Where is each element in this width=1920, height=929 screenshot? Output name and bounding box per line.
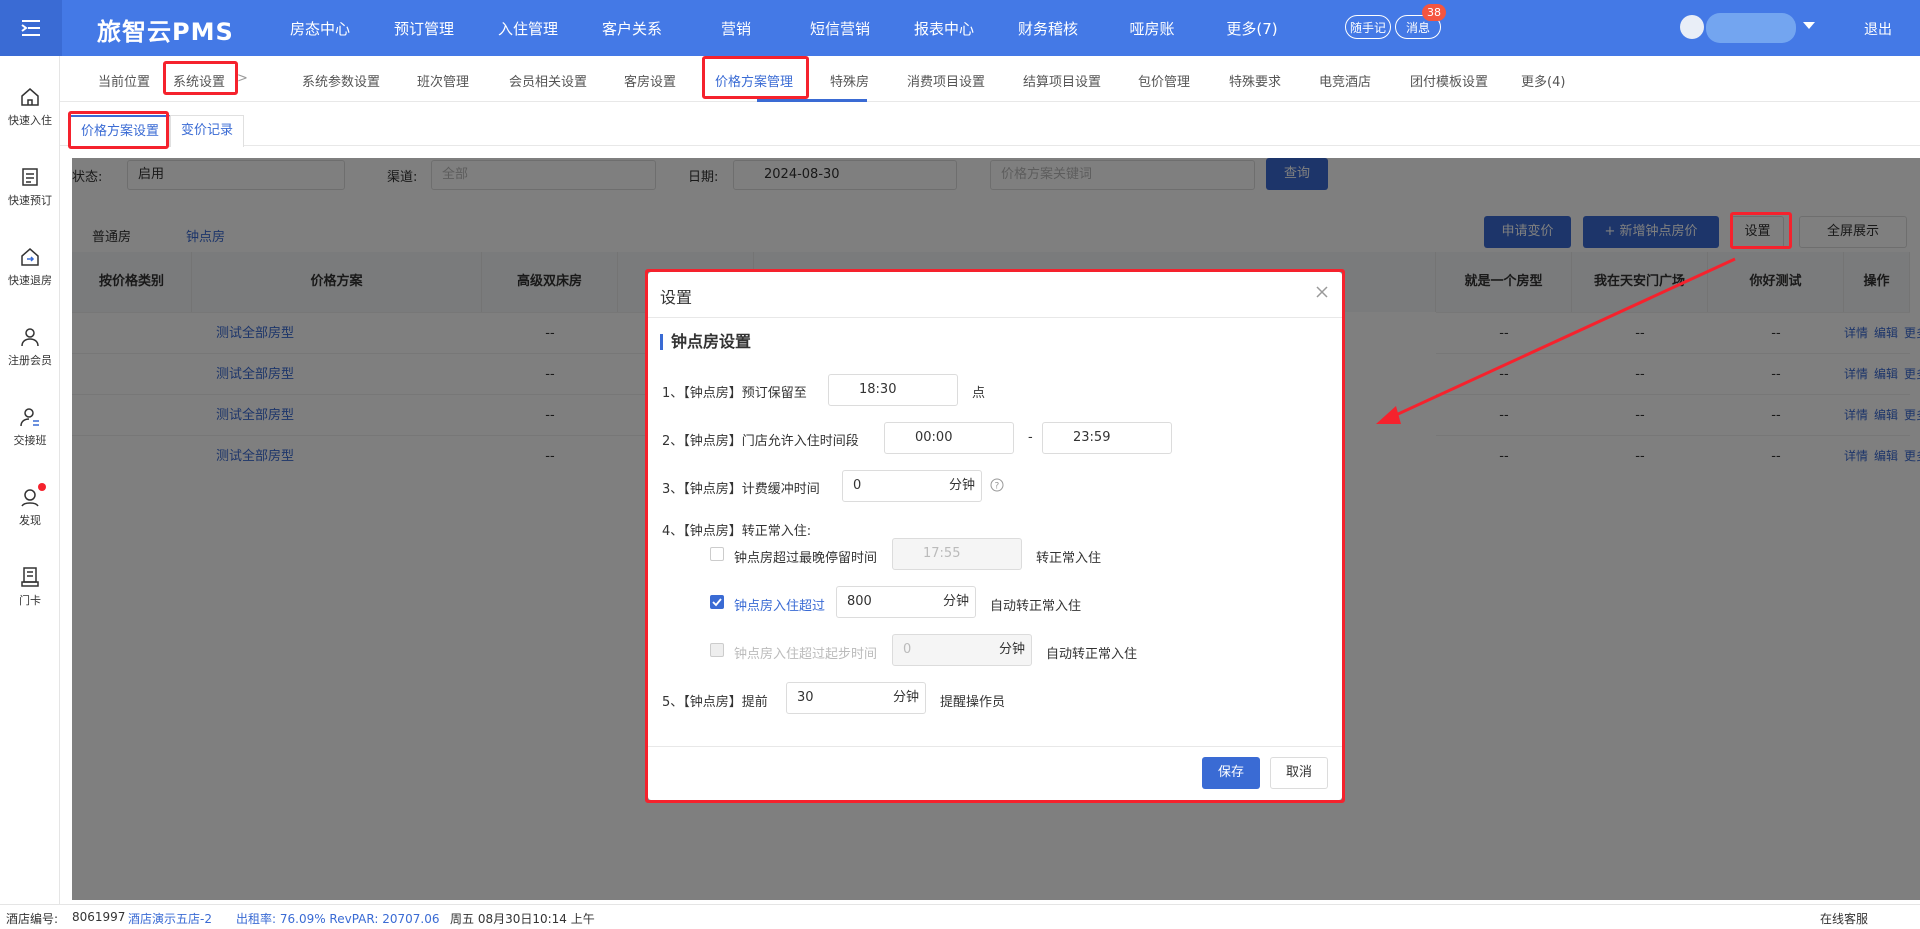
checkin-end-value: 23:59	[1073, 430, 1111, 445]
start-time-exceed-label: 钟点房入住超过起步时间	[734, 647, 878, 662]
range-dash: -	[1028, 430, 1033, 445]
checkin-start-value: 00:00	[915, 430, 953, 445]
checkin-exceed-suffix: 自动转正常入住	[990, 599, 1082, 614]
start-time-exceed-suffix: 自动转正常入住	[1046, 647, 1138, 662]
remind-unit: 分钟	[892, 690, 919, 705]
svg-text:?: ?	[995, 482, 1000, 492]
checkin-exceed-input[interactable]: 800 分钟	[836, 586, 976, 618]
remind-value: 30	[797, 690, 814, 705]
save-button[interactable]: 保存	[1202, 757, 1260, 789]
occupancy-stats: 出租率: 76.09% RevPAR: 20707.06	[236, 912, 440, 926]
divider	[648, 317, 1342, 318]
reserve-until-input[interactable]: 18:30	[828, 374, 958, 406]
convert-normal-label: 4、【钟点房】转正常入住:	[662, 524, 812, 539]
hotel-name[interactable]: 酒店演示五店-2	[128, 910, 212, 927]
checkmark-icon	[712, 598, 722, 607]
settings-dialog: 设置 钟点房设置 1、【钟点房】预订保留至 18:30 点 2、【钟点房】门店允…	[648, 272, 1342, 800]
max-stay-input[interactable]: 17:55	[892, 538, 1022, 570]
max-stay-checkbox[interactable]	[710, 547, 724, 561]
buffer-time-label: 3、【钟点房】计费缓冲时间	[662, 482, 820, 497]
remind-suffix: 提醒操作员	[940, 695, 1006, 710]
start-time-exceed-checkbox[interactable]	[710, 643, 724, 657]
start-time-exceed-input[interactable]: 0 分钟	[892, 634, 1032, 666]
start-time-exceed-unit: 分钟	[998, 642, 1025, 657]
checkin-exceed-unit: 分钟	[942, 594, 969, 609]
current-datetime: 周五 08月30日10:14 上午	[450, 912, 595, 926]
checkin-exceed-checkbox[interactable]	[710, 595, 724, 609]
hotel-no-label: 酒店编号:	[6, 912, 59, 926]
checkin-start-input[interactable]: 00:00	[884, 422, 1014, 454]
remind-input[interactable]: 30 分钟	[786, 682, 926, 714]
reserve-until-unit: 点	[972, 386, 986, 401]
cancel-button[interactable]: 取消	[1270, 757, 1328, 789]
reserve-until-label: 1、【钟点房】预订保留至	[662, 386, 807, 401]
divider	[648, 746, 1342, 747]
start-time-exceed-value: 0	[903, 642, 912, 657]
status-bar: 酒店编号: 8061997 酒店演示五店-2 出租率: 76.09% RevPA…	[0, 904, 1920, 929]
hotel-no: 8061997	[72, 910, 126, 924]
section-title: 钟点房设置	[660, 334, 751, 350]
buffer-time-input[interactable]: 0 分钟	[842, 470, 982, 502]
max-stay-label: 钟点房超过最晚停留时间	[734, 551, 878, 566]
remind-label: 5、【钟点房】提前	[662, 695, 768, 710]
dialog-title: 设置	[660, 288, 693, 307]
checkin-window-label: 2、【钟点房】门店允许入住时间段	[662, 434, 859, 449]
help-icon[interactable]: ?	[990, 478, 1004, 492]
buffer-time-unit: 分钟	[948, 478, 975, 493]
buffer-time-value: 0	[853, 478, 862, 493]
checkin-end-input[interactable]: 23:59	[1042, 422, 1172, 454]
reserve-until-value: 18:30	[859, 382, 897, 397]
max-stay-suffix: 转正常入住	[1036, 551, 1102, 566]
checkin-exceed-value: 800	[847, 594, 872, 609]
max-stay-value: 17:55	[923, 546, 961, 561]
online-support-link[interactable]: 在线客服	[1820, 910, 1868, 927]
close-icon[interactable]	[1314, 284, 1330, 300]
checkin-exceed-label: 钟点房入住超过	[734, 599, 826, 614]
